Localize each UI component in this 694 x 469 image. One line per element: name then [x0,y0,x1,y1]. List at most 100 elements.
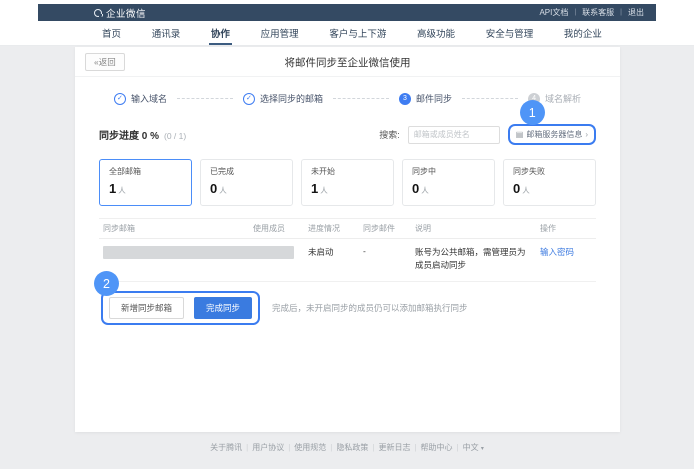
nav-item-home[interactable]: 首页 [100,21,123,45]
topbar-links: API文档 | 联系客服 | 退出 [539,7,644,18]
nav-item-customers[interactable]: 客户与上下游 [327,21,388,45]
footer-link-help-center[interactable]: 帮助中心 [421,443,453,452]
nav-item-app-management[interactable]: 应用管理 [259,21,301,45]
nav-item-contacts[interactable]: 通讯录 [150,21,183,45]
col-note: 说明 [411,219,536,239]
step-select-mailboxes: ✓ 选择同步的邮箱 [243,92,323,105]
annotation-box-1: 1 ▤ 邮箱服务器信息 › [508,124,596,145]
step-label: 邮件同步 [416,92,452,105]
stat-label: 同步中 [412,166,485,177]
footer-link-changelog[interactable]: 更新日志 [378,443,410,452]
row-synced-mail: - [359,239,411,282]
mailbox-table: 同步邮箱 使用成员 进度情况 同步邮件 说明 操作 未启动 - 账号为公共邮箱，… [99,218,596,282]
step-number-icon: 3 [399,93,411,105]
nav-item-security[interactable]: 安全与管理 [484,21,536,45]
row-note: 账号为公共邮箱，需管理员为成员启动同步 [411,239,536,282]
stat-value: 1 [311,181,318,196]
search-input[interactable] [408,126,500,144]
stat-unit: 人 [522,186,530,195]
enter-password-link[interactable]: 输入密码 [540,247,574,257]
footer-link-usage-rules[interactable]: 使用规范 [294,443,326,452]
panel-title-bar: «返回 将邮件同步至企业微信使用 [75,47,620,77]
logout-link[interactable]: 退出 [628,7,644,18]
annotation-badge-2: 2 [94,271,119,296]
stat-card-syncing[interactable]: 同步中 0人 [402,159,495,206]
separator: | [414,443,416,452]
footer-link-about[interactable]: 关于腾讯 [210,443,242,452]
step-connector [462,98,518,99]
nav-item-collaboration[interactable]: 协作 [209,21,232,45]
separator: | [457,443,459,452]
sync-progress-count: (0 / 1) [164,131,186,141]
stat-card-sync-failed[interactable]: 同步失败 0人 [503,159,596,206]
step-label: 选择同步的邮箱 [260,92,323,105]
nav-item-my-company[interactable]: 我的企业 [562,21,604,45]
stat-value: 1 [109,181,116,196]
separator: | [246,443,248,452]
stat-card-not-started[interactable]: 未开始 1人 [301,159,394,206]
col-action: 操作 [536,219,596,239]
step-label: 域名解析 [545,92,581,105]
nav-item-advanced[interactable]: 高级功能 [415,21,457,45]
stat-value: 0 [513,181,520,196]
table-row: 未启动 - 账号为公共邮箱，需管理员为成员启动同步 输入密码 [99,239,596,282]
search-label: 搜索: [379,128,400,141]
stat-value: 0 [412,181,419,196]
stat-card-all-mailboxes[interactable]: 全部邮箱 1人 [99,159,192,206]
server-icon: ▤ [516,131,524,139]
footer-link-user-agreement[interactable]: 用户协议 [252,443,284,452]
separator: | [330,443,332,452]
step-check-icon: ✓ [243,93,255,105]
step-label: 输入域名 [131,92,167,105]
annotation-badge-1: 1 [520,100,545,125]
page-title: 将邮件同步至企业微信使用 [75,47,620,77]
progress-row: 同步进度 0 % (0 / 1) 搜索: 1 ▤ 邮箱服务器信息 › [99,124,596,145]
chevron-right-icon: › [585,130,588,139]
stat-label: 全部邮箱 [109,166,182,177]
step-mail-sync: 3 邮件同步 [399,92,452,105]
col-synced-mail: 同步邮件 [359,219,411,239]
step-connector [177,98,233,99]
stat-value: 0 [210,181,217,196]
main-nav: 首页 通讯录 协作 应用管理 客户与上下游 高级功能 安全与管理 我的企业 [0,21,694,46]
separator: | [372,443,374,452]
footer: 关于腾讯 | 用户协议 | 使用规范 | 隐私政策 | 更新日志 | 帮助中心 | 中文 ▾ [0,442,694,453]
contact-support-link[interactable]: 联系客服 [582,7,614,18]
api-docs-link[interactable]: API文档 [539,7,568,18]
col-progress: 进度情况 [304,219,359,239]
footer-link-privacy[interactable]: 隐私政策 [336,443,368,452]
stat-label: 未开始 [311,166,384,177]
step-check-icon: ✓ [114,93,126,105]
sync-progress-label: 同步进度 0 % [99,127,159,142]
add-sync-mailbox-button[interactable]: 新增同步邮箱 [109,297,184,319]
mail-sync-panel: «返回 将邮件同步至企业微信使用 ✓ 输入域名 ✓ 选择同步的邮箱 3 邮件同步… [75,47,620,432]
stat-unit: 人 [421,186,429,195]
wework-logo-icon [94,9,102,17]
stat-unit: 人 [320,186,328,195]
stats-row: 全部邮箱 1人 已完成 0人 未开始 1人 同步中 0人 同步失败 0人 [99,159,596,206]
stat-label: 同步失败 [513,166,586,177]
annotation-box-2: 2 新增同步邮箱 完成同步 [101,291,260,325]
separator: | [620,9,622,16]
finish-sync-button[interactable]: 完成同步 [194,297,252,319]
language-label: 中文 [463,443,479,452]
topbar: 企业微信 API文档 | 联系客服 | 退出 [38,4,656,21]
col-member: 使用成员 [249,219,304,239]
mail-server-info-label: 邮箱服务器信息 [526,129,582,140]
step-enter-domain: ✓ 输入域名 [114,92,167,105]
wework-logo-text: 企业微信 [106,6,146,20]
stat-unit: 人 [118,186,126,195]
table-header-row: 同步邮箱 使用成员 进度情况 同步邮件 说明 操作 [99,219,596,239]
separator: | [288,443,290,452]
separator: | [574,9,576,16]
redacted-mailbox-block [103,246,294,259]
mail-server-info-button[interactable]: ▤ 邮箱服务器信息 › [516,129,588,140]
step-connector [333,98,389,99]
wework-logo: 企业微信 [94,6,146,20]
language-selector[interactable]: 中文 ▾ [463,443,484,452]
actions-row: 2 新增同步邮箱 完成同步 完成后，未开启同步的成员仍可以添加邮箱执行同步 [101,291,596,325]
stat-label: 已完成 [210,166,283,177]
stat-card-completed[interactable]: 已完成 0人 [200,159,293,206]
row-progress-status: 未启动 [304,239,359,282]
stat-unit: 人 [219,186,227,195]
